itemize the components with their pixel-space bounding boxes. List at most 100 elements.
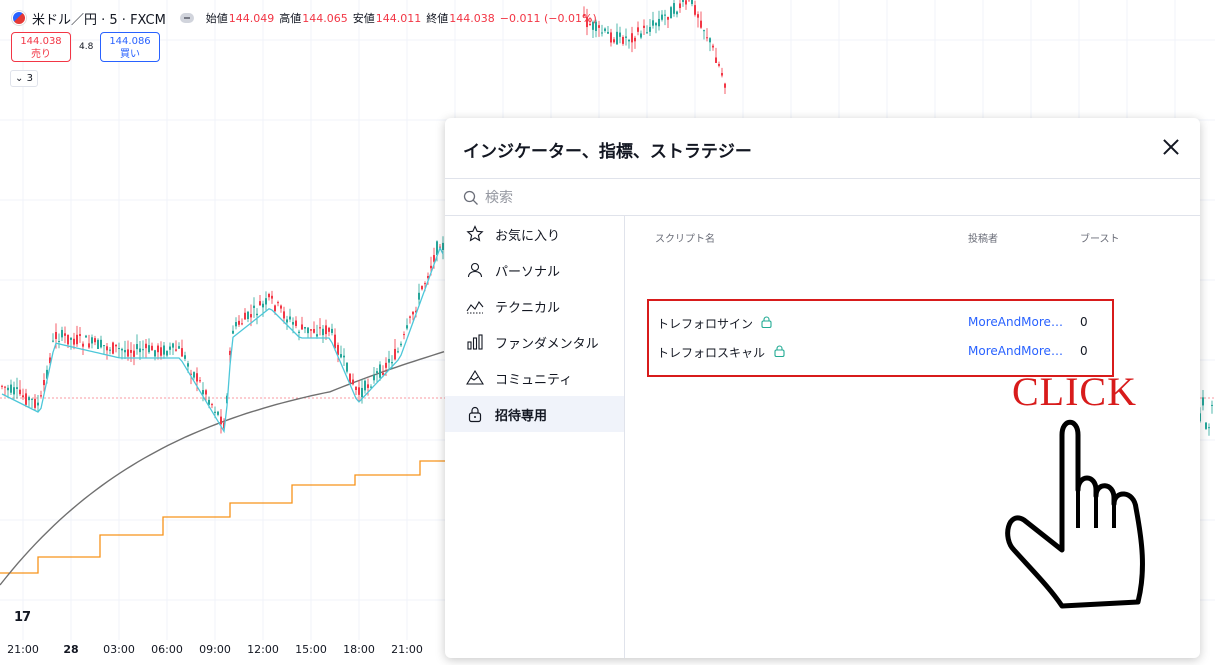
candle-body: [241, 323, 243, 325]
sell-price: 144.038: [20, 36, 62, 47]
candle-body: [85, 335, 87, 338]
column-header-boost[interactable]: ブースト: [1080, 230, 1120, 245]
sidebar-item-personal[interactable]: パーソナル: [445, 252, 624, 288]
candle-body: [106, 346, 108, 351]
chart-legend: 米ドル／円 · 5 · FXCM 始値 144.049 高値 144.065 安値 1…: [12, 8, 602, 28]
candle-body: [4, 386, 6, 388]
candle-body: [355, 386, 357, 390]
candle-body: [205, 390, 207, 395]
candle-body: [685, 0, 687, 5]
candle-body: [361, 387, 363, 398]
candle-body: [100, 339, 102, 348]
candle-body: [601, 32, 603, 34]
candle-body: [103, 345, 105, 347]
search-input[interactable]: [485, 185, 1165, 211]
candle-body: [649, 26, 651, 32]
candle-body: [316, 334, 318, 337]
indicators-collapse-button[interactable]: ⌄ 3: [10, 70, 38, 87]
candle-body: [646, 32, 648, 34]
sidebar-item-label: お気に入り: [495, 228, 561, 244]
sidebar-item-fundamental[interactable]: ファンダメンタル: [445, 324, 624, 360]
close-icon[interactable]: [1160, 136, 1182, 158]
candle-body: [664, 14, 666, 16]
candle-body: [133, 350, 135, 357]
candle-body: [304, 326, 306, 329]
candle-body: [163, 345, 165, 355]
candle-body: [724, 83, 726, 88]
symbol-title[interactable]: 米ドル／円 · 5 · FXCM: [32, 9, 166, 28]
candle-body: [52, 340, 54, 342]
candle-body: [406, 325, 408, 329]
hide-legend-icon[interactable]: [179, 13, 194, 23]
candle-body: [64, 333, 66, 336]
technical-chart-icon: [465, 296, 485, 316]
candle-body: [1208, 427, 1210, 429]
candle-body: [214, 411, 216, 413]
candle-body: [247, 311, 249, 320]
candle-body: [352, 379, 354, 385]
candle-body: [658, 18, 660, 27]
candle-body: [388, 358, 390, 363]
candle-body: [616, 31, 618, 45]
time-tick: 06:00: [151, 643, 183, 656]
column-header-author[interactable]: 投稿者: [968, 230, 998, 245]
sidebar-item-favorites[interactable]: お気に入り: [445, 216, 624, 252]
candle-body: [73, 338, 75, 345]
candle-body: [238, 320, 240, 325]
buy-button[interactable]: 144.086 買い: [100, 32, 160, 62]
highlight-annotation-box: [647, 299, 1114, 377]
category-sidebar: お気に入り パーソナル テクニカル ファンダメンタル コミュニティ 招待専用: [445, 216, 625, 658]
candle-body: [709, 38, 711, 43]
candle-body: [196, 373, 198, 382]
sidebar-item-technical[interactable]: テクニカル: [445, 288, 624, 324]
candle-body: [424, 283, 426, 285]
candle-body: [697, 14, 699, 18]
candle-body: [115, 344, 117, 347]
candle-body: [334, 334, 336, 349]
candle-body: [610, 32, 612, 43]
candle-body: [358, 387, 360, 395]
candle-body: [280, 305, 282, 309]
candle-body: [178, 346, 180, 349]
candle-body: [97, 339, 99, 349]
sidebar-item-invite-only[interactable]: 招待専用: [445, 396, 624, 432]
buy-price: 144.086: [109, 36, 151, 47]
time-tick: 21:00: [7, 643, 39, 656]
time-tick: 15:00: [295, 643, 327, 656]
sell-button[interactable]: 144.038 売り: [11, 32, 71, 62]
candle-body: [670, 7, 672, 19]
candle-body: [274, 305, 276, 312]
sidebar-item-label: コミュニティ: [495, 372, 573, 388]
usdjpy-flag-icon: [12, 11, 26, 25]
candle-body: [175, 349, 177, 351]
candle-body: [40, 395, 42, 397]
person-icon: [465, 260, 485, 280]
candle-body: [607, 31, 609, 34]
candle-body: [139, 348, 141, 353]
candle-body: [409, 316, 411, 318]
candle-body: [55, 332, 57, 339]
candle-body: [307, 327, 309, 334]
candle-body: [58, 340, 60, 342]
candle-body: [340, 354, 342, 358]
candle-body: [127, 349, 129, 357]
candle-body: [94, 338, 96, 343]
time-tick: 28: [63, 643, 79, 656]
candle-body: [109, 349, 111, 351]
candle-body: [634, 37, 636, 42]
candle-body: [259, 301, 261, 306]
candle-body: [394, 348, 396, 360]
candle-body: [673, 3, 675, 14]
candle-body: [613, 39, 615, 43]
candle-body: [367, 384, 369, 388]
candle-body: [148, 345, 150, 353]
column-header-script[interactable]: スクリプト名: [655, 230, 715, 245]
candle-body: [403, 334, 405, 336]
spread-value: 4.8: [79, 42, 94, 52]
candle-body: [301, 324, 303, 330]
sidebar-item-community[interactable]: コミュニティ: [445, 360, 624, 396]
candle-body: [628, 39, 630, 42]
candle-body: [61, 329, 63, 338]
change-value: −0.011 (−0.01%): [499, 11, 597, 25]
candle-body: [625, 36, 627, 38]
